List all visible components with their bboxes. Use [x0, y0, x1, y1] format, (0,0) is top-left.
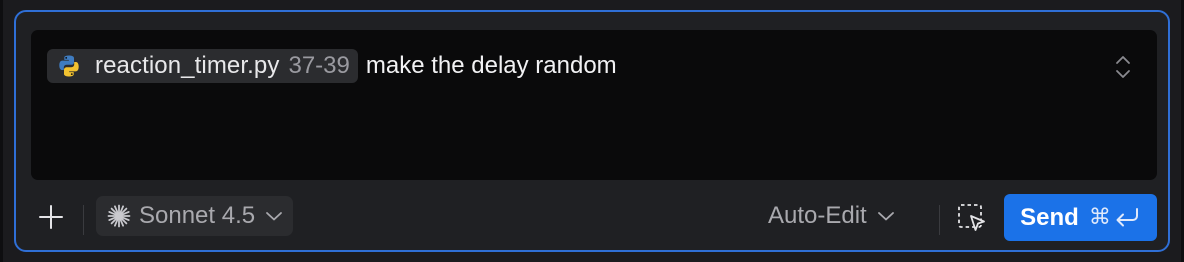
toolbar-divider — [939, 205, 940, 235]
plus-icon — [39, 205, 63, 229]
file-context-chip[interactable]: reaction_timer.py 37-39 — [47, 49, 358, 83]
return-icon — [1113, 206, 1141, 230]
send-shortcut: ⌘ — [1089, 206, 1141, 230]
add-context-button[interactable] — [37, 203, 65, 231]
toolbar-divider — [83, 205, 84, 235]
prompt-text: make the delay random — [365, 52, 617, 79]
model-label: Sonnet 4.5 — [139, 202, 256, 229]
prompt-input[interactable]: reaction_timer.py 37-39 make the delay r… — [31, 30, 1157, 180]
model-selector[interactable]: Sonnet 4.5 — [96, 196, 294, 236]
send-label: Send — [1020, 203, 1079, 231]
window-edge-left — [0, 0, 3, 262]
chevron-down-icon — [877, 210, 895, 222]
sparkle-icon — [107, 204, 131, 228]
edit-mode-label: Auto-Edit — [768, 202, 867, 229]
expand-input-button[interactable] — [1113, 52, 1133, 82]
select-element-button[interactable] — [957, 203, 987, 233]
context-file-name: reaction_timer.py — [95, 52, 280, 79]
chat-composer: reaction_timer.py 37-39 make the delay r… — [14, 10, 1170, 252]
chevron-up-down-icon — [1116, 56, 1130, 78]
chevron-down-icon — [265, 210, 283, 222]
composer-toolbar: Sonnet 4.5 Auto-Edit Send ⌘ — [16, 192, 1168, 242]
prompt-line: reaction_timer.py 37-39 make the delay r… — [47, 49, 617, 83]
edit-mode-selector[interactable]: Auto-Edit — [768, 196, 895, 236]
command-key-icon: ⌘ — [1088, 204, 1111, 230]
context-line-range: 37-39 — [288, 52, 350, 79]
python-icon — [57, 54, 81, 78]
selection-cursor-icon — [958, 204, 985, 231]
send-button[interactable]: Send ⌘ — [1004, 194, 1157, 241]
